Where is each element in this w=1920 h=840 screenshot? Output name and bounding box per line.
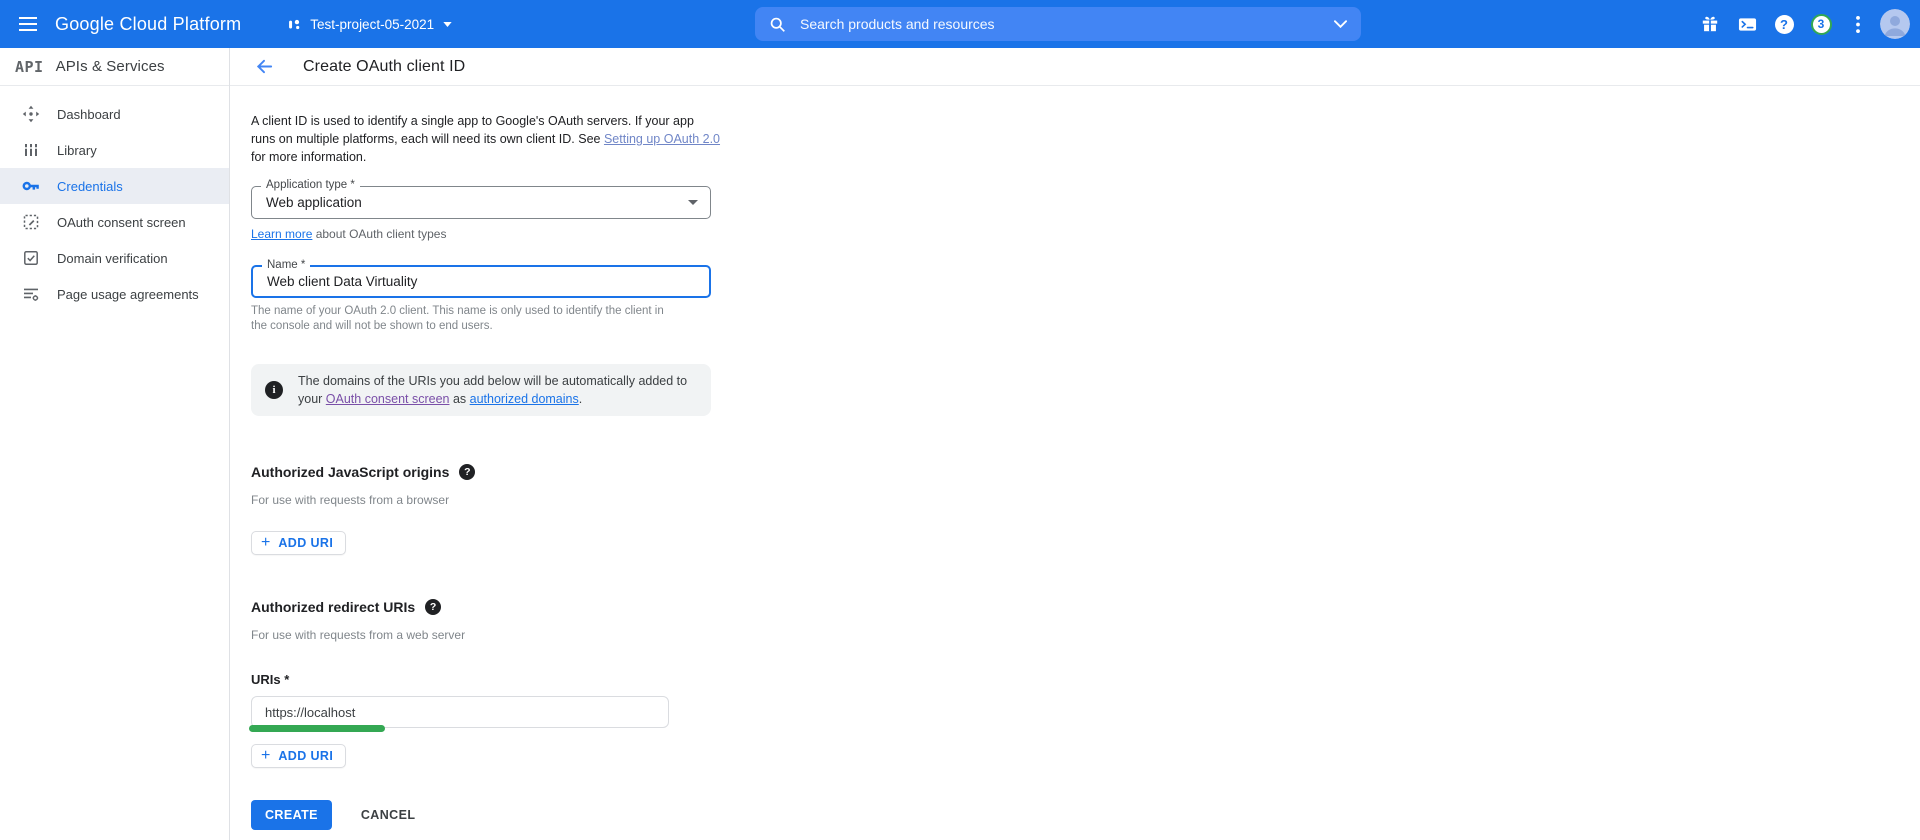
consent-screen-icon: [22, 213, 40, 231]
name-label: Name *: [262, 259, 310, 271]
agreements-icon: [22, 285, 40, 303]
sidebar-nav: Dashboard Library Credentials: [0, 86, 229, 312]
application-type-select[interactable]: Application type * Web application: [251, 186, 711, 219]
search-expand-chevron-icon[interactable]: [1334, 20, 1347, 28]
add-uri-label: ADD URI: [278, 749, 333, 763]
form-actions: CREATE CANCEL: [251, 800, 1920, 830]
sidebar-item-page-usage-agreements[interactable]: Page usage agreements: [0, 276, 229, 312]
sidebar-header: API APIs & Services: [0, 48, 229, 86]
dashboard-icon: [22, 105, 40, 123]
chevron-down-icon: [443, 22, 452, 27]
oauth-consent-screen-link[interactable]: OAuth consent screen: [326, 392, 450, 406]
api-logo: API: [15, 58, 44, 76]
uri-input-wrap: [251, 696, 669, 728]
sidebar-item-label: Dashboard: [57, 107, 121, 122]
redirect-uris-subtitle: For use with requests from a web server: [251, 628, 1920, 642]
learn-more-rest: about OAuth client types: [312, 227, 446, 241]
domain-verification-icon: [22, 249, 40, 267]
add-uri-button-redirects[interactable]: + ADD URI: [251, 744, 346, 768]
sidebar-item-label: Library: [57, 143, 97, 158]
redirect-uris-section-header: Authorized redirect URIs ?: [251, 599, 1920, 615]
page-header: Create OAuth client ID: [230, 48, 1920, 86]
select-caret-icon: [688, 200, 698, 205]
cancel-button[interactable]: CANCEL: [361, 808, 415, 822]
info-glyph: i: [272, 384, 275, 396]
more-vert-icon[interactable]: [1843, 9, 1873, 39]
project-icon: [287, 17, 302, 32]
learn-more-line: Learn more about OAuth client types: [251, 227, 1920, 241]
search-input[interactable]: [800, 16, 1334, 32]
global-search[interactable]: [755, 7, 1361, 41]
intro-paragraph: A client ID is used to identify a single…: [251, 112, 721, 166]
authorized-domains-link[interactable]: authorized domains: [470, 392, 579, 406]
help-glyph: ?: [1780, 17, 1788, 32]
project-name: Test-project-05-2021: [310, 17, 434, 32]
back-arrow-icon[interactable]: [255, 57, 274, 76]
gift-icon[interactable]: [1695, 9, 1725, 39]
js-origins-subtitle: For use with requests from a browser: [251, 493, 1920, 507]
help-glyph: ?: [464, 466, 470, 478]
gcp-logo: Google Cloud Platform: [55, 14, 241, 35]
add-uri-label: ADD URI: [278, 536, 333, 550]
sidebar-item-label: Page usage agreements: [57, 287, 199, 302]
application-type-label: Application type *: [261, 179, 360, 191]
intro-text-after: for more information.: [251, 150, 366, 164]
info-text-middle: as: [449, 392, 469, 406]
learn-more-link[interactable]: Learn more: [251, 227, 312, 241]
sidebar-item-dashboard[interactable]: Dashboard: [0, 96, 229, 132]
notifications-badge[interactable]: 3: [1806, 9, 1836, 39]
redirect-uris-help-icon[interactable]: ?: [425, 599, 441, 615]
redirect-uri-input[interactable]: [251, 696, 669, 728]
cloud-shell-icon[interactable]: [1732, 9, 1762, 39]
page-title: Create OAuth client ID: [303, 58, 465, 76]
library-icon: [22, 141, 40, 159]
application-type-value: Web application: [266, 195, 696, 210]
sidebar-item-oauth-consent-screen[interactable]: OAuth consent screen: [0, 204, 229, 240]
sidebar-item-label: Credentials: [57, 179, 123, 194]
js-origins-title: Authorized JavaScript origins: [251, 464, 449, 480]
create-button[interactable]: CREATE: [251, 800, 332, 830]
sidebar: API APIs & Services Dashboard: [0, 48, 230, 840]
info-icon: i: [265, 381, 283, 399]
main-content: Create OAuth client ID A client ID is us…: [230, 48, 1920, 840]
add-uri-button-origins[interactable]: + ADD URI: [251, 531, 346, 555]
key-icon: [22, 177, 40, 195]
sidebar-item-domain-verification[interactable]: Domain verification: [0, 240, 229, 276]
name-input[interactable]: [267, 274, 695, 289]
info-text: The domains of the URIs you add below wi…: [298, 372, 697, 408]
sidebar-title: APIs & Services: [56, 58, 165, 75]
green-highlight-bar: [249, 725, 385, 732]
help-icon[interactable]: ?: [1769, 9, 1799, 39]
search-icon: [769, 16, 786, 33]
js-origins-help-icon[interactable]: ?: [459, 464, 475, 480]
client-name-field[interactable]: Name *: [251, 265, 711, 298]
plus-icon: +: [261, 536, 270, 550]
create-oauth-form: A client ID is used to identify a single…: [230, 86, 1920, 830]
uris-label: URIs *: [251, 672, 1920, 687]
project-selector[interactable]: Test-project-05-2021: [287, 17, 452, 32]
info-text-after: .: [579, 392, 582, 406]
sidebar-item-credentials[interactable]: Credentials: [0, 168, 229, 204]
sidebar-item-label: OAuth consent screen: [57, 215, 186, 230]
name-helper-text: The name of your OAuth 2.0 client. This …: [251, 304, 671, 334]
redirect-uris-title: Authorized redirect URIs: [251, 599, 415, 615]
info-box: i The domains of the URIs you add below …: [251, 364, 711, 416]
help-glyph: ?: [430, 601, 436, 613]
js-origins-section-header: Authorized JavaScript origins ?: [251, 464, 1920, 480]
header-actions: ? 3: [1695, 0, 1910, 48]
avatar[interactable]: [1880, 9, 1910, 39]
plus-icon: +: [261, 749, 270, 763]
menu-icon[interactable]: [19, 17, 37, 31]
sidebar-item-library[interactable]: Library: [0, 132, 229, 168]
top-app-bar: Google Cloud Platform Test-project-05-20…: [0, 0, 1920, 48]
notification-count: 3: [1818, 17, 1825, 31]
sidebar-item-label: Domain verification: [57, 251, 168, 266]
setting-up-oauth-link[interactable]: Setting up OAuth 2.0: [604, 132, 720, 146]
